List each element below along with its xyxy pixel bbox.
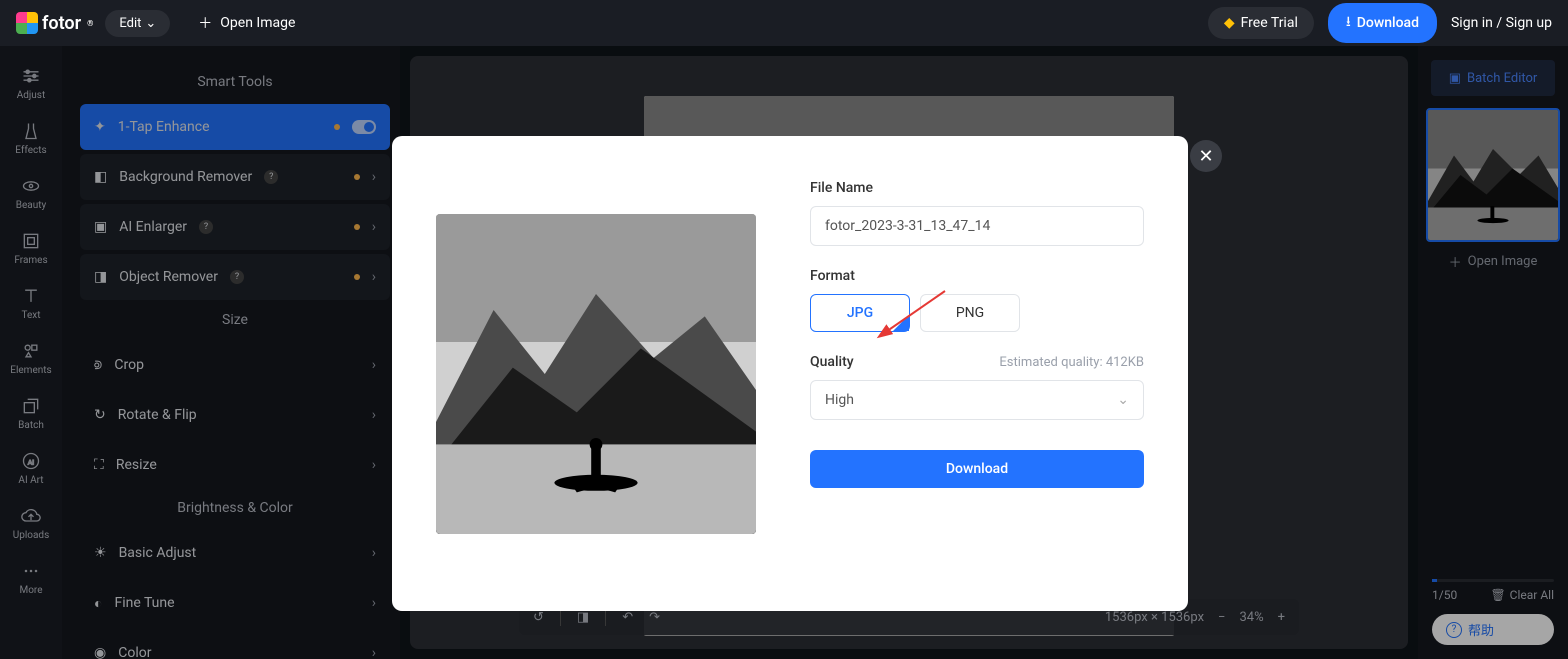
diamond-icon: ◆	[1224, 15, 1235, 31]
chevron-down-icon: ⌄	[1117, 392, 1129, 408]
open-image-label: Open Image	[220, 15, 295, 31]
download-label: Download	[1357, 15, 1419, 31]
signin-link[interactable]: Sign in / Sign up	[1451, 15, 1552, 31]
close-icon: ✕	[1198, 146, 1213, 167]
open-image-button[interactable]: ＋ Open Image	[198, 13, 295, 33]
download-modal: ✕ File Name Format JPG PNG Quality Estim…	[392, 136, 1188, 611]
logo-mark-icon	[16, 12, 38, 34]
format-png-button[interactable]: PNG	[920, 294, 1020, 332]
logo[interactable]: fotor®	[16, 12, 93, 34]
format-label: Format	[810, 268, 1144, 284]
app-header: fotor® Edit ⌄ ＋ Open Image ◆ Free Trial …	[0, 0, 1568, 46]
modal-download-button[interactable]: Download	[810, 450, 1144, 488]
header-left: fotor® Edit ⌄ ＋ Open Image	[16, 10, 295, 37]
quality-label: Quality	[810, 354, 854, 370]
modal-preview-image	[436, 214, 756, 534]
quality-select[interactable]: High ⌄	[810, 380, 1144, 420]
download-button[interactable]: ⭳ Download	[1328, 3, 1437, 43]
download-icon: ⭳	[1346, 11, 1351, 35]
header-right: ◆ Free Trial ⭳ Download Sign in / Sign u…	[1208, 3, 1552, 43]
file-name-label: File Name	[810, 180, 1144, 196]
edit-label: Edit	[119, 16, 141, 31]
modal-form: File Name Format JPG PNG Quality Estimat…	[810, 180, 1144, 567]
free-trial-button[interactable]: ◆ Free Trial	[1208, 7, 1314, 39]
brand-text: fotor	[42, 13, 81, 34]
estimated-quality: Estimated quality: 412KB	[999, 355, 1144, 370]
plus-icon: ＋	[198, 13, 212, 33]
chevron-down-icon: ⌄	[145, 16, 156, 31]
close-button[interactable]: ✕	[1190, 140, 1222, 172]
format-jpg-button[interactable]: JPG	[810, 294, 910, 332]
free-trial-label: Free Trial	[1241, 15, 1298, 31]
edit-dropdown[interactable]: Edit ⌄	[105, 10, 170, 37]
signin-label: Sign in / Sign up	[1451, 15, 1552, 31]
file-name-input[interactable]	[810, 206, 1144, 246]
